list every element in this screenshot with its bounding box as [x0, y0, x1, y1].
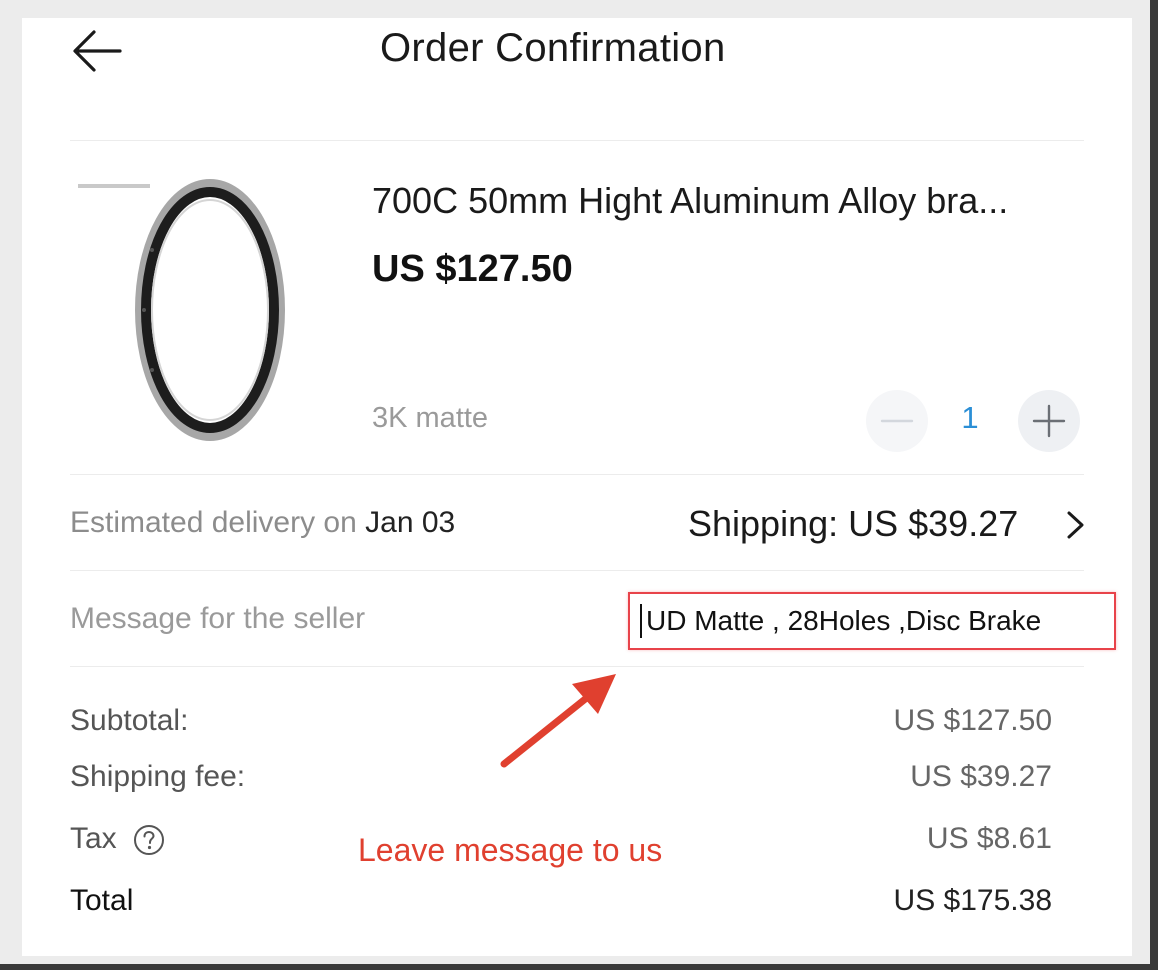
header-divider — [70, 140, 1084, 141]
estimated-delivery: Estimated delivery on Jan 03 — [70, 506, 455, 540]
back-arrow-icon — [73, 30, 122, 72]
estimated-delivery-date: Jan 03 — [365, 506, 456, 539]
subtotal-value: US $127.50 — [893, 704, 1052, 737]
order-confirmation-page — [22, 18, 1132, 956]
subtotal-label: Subtotal: — [70, 704, 189, 737]
estimated-delivery-label: Estimated delivery on — [70, 506, 357, 539]
annotation-arrow-icon — [500, 674, 616, 768]
message-label: Message for the seller — [70, 602, 366, 635]
window-edge — [1150, 0, 1158, 970]
product-price: US $127.50 — [372, 248, 573, 290]
screenshot-frame: Order Confirmation 700C 50mm Hight Alumi… — [0, 0, 1158, 970]
page-title: Order Confirmation — [380, 26, 726, 70]
window-edge-bottom — [0, 964, 1158, 970]
product-variant: 3K matte — [372, 402, 489, 434]
total-value: US $175.38 — [893, 884, 1052, 917]
plus-icon — [1032, 404, 1066, 438]
shipping-option-button[interactable]: Shipping: US $39.27 — [688, 503, 1018, 545]
quantity-increase-button[interactable] — [1018, 390, 1080, 452]
seller-message-input[interactable]: UD Matte , 28Holes ,Disc Brake — [628, 592, 1116, 650]
annotation-text: Leave message to us — [358, 832, 663, 868]
delivery-divider — [70, 570, 1084, 571]
quantity-value[interactable]: 1 — [950, 400, 990, 436]
help-icon[interactable] — [133, 824, 165, 856]
chevron-right-icon[interactable] — [1064, 508, 1088, 542]
minus-icon — [880, 419, 914, 423]
product-title[interactable]: 700C 50mm Hight Aluminum Alloy bra... — [372, 180, 1008, 222]
product-image — [72, 170, 322, 450]
tax-value: US $8.61 — [926, 822, 1052, 855]
tax-label: Tax — [70, 822, 117, 855]
bicycle-rim-image — [78, 179, 285, 441]
back-button[interactable] — [70, 24, 124, 78]
total-label: Total — [70, 884, 134, 917]
tax-row: Tax — [70, 822, 165, 856]
product-divider — [70, 474, 1084, 475]
shipping-fee-value: US $39.27 — [910, 760, 1052, 793]
shipping-fee-label: Shipping fee: — [70, 760, 246, 793]
quantity-decrease-button[interactable] — [866, 390, 928, 452]
